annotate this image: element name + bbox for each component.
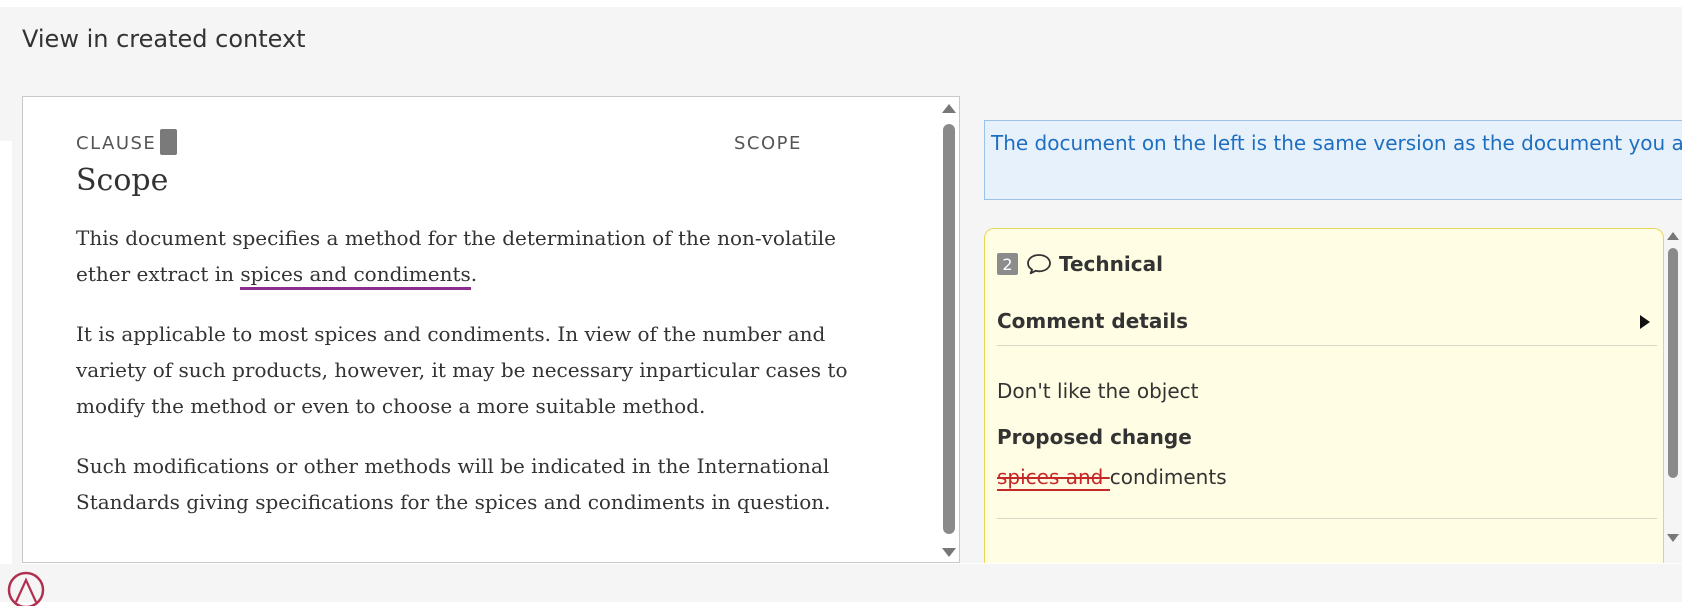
- card-divider: [997, 518, 1657, 519]
- clause-header: CLAUSE SCOPE: [76, 127, 896, 157]
- paragraph-1: This document specifies a method for the…: [76, 220, 896, 292]
- version-info-message: The document on the left is the same ver…: [984, 120, 1682, 200]
- paragraph-3: Such modifications or other methods will…: [76, 454, 831, 514]
- clause-label: CLAUSE: [76, 133, 157, 154]
- document-content: CLAUSE SCOPE Scope This document specifi…: [76, 127, 896, 544]
- left-gutter: [12, 141, 22, 564]
- page-title: View in created context: [22, 25, 306, 53]
- clause-heading: Scope: [76, 163, 169, 198]
- comment-card[interactable]: 2 Technical Comment details Don't like t…: [984, 228, 1664, 563]
- document-panel: CLAUSE SCOPE Scope This document specifi…: [22, 96, 960, 563]
- document-scrollbar[interactable]: [938, 96, 960, 563]
- scope-label: SCOPE: [734, 133, 802, 154]
- proposed-change-text: spices and condiments: [997, 465, 1227, 491]
- kept-text: condiments: [1109, 465, 1227, 489]
- scrollbar-thumb[interactable]: [943, 124, 955, 534]
- scrollbar-thumb[interactable]: [1668, 248, 1678, 478]
- comments-scrollbar[interactable]: [1664, 232, 1682, 563]
- comment-observation: Don't like the object: [997, 379, 1199, 403]
- paragraph-1-end: .: [470, 262, 478, 286]
- footer-bar: [0, 564, 1682, 602]
- logo-icon: [7, 571, 45, 606]
- speech-bubble-icon: [1027, 254, 1051, 275]
- comment-header: 2 Technical: [997, 251, 1163, 277]
- clause-number-badge: [160, 129, 177, 155]
- deleted-text: spices and: [997, 465, 1110, 491]
- commented-text-highlight[interactable]: spices and condiments: [240, 262, 471, 290]
- proposed-change-label: Proposed change: [997, 425, 1192, 449]
- comments-panel: The document on the left is the same ver…: [960, 96, 1682, 563]
- scroll-down-arrow-icon[interactable]: [1667, 534, 1679, 542]
- scroll-up-arrow-icon[interactable]: [1667, 232, 1679, 240]
- paragraph-2: It is applicable to most spices and cond…: [76, 322, 848, 418]
- info-message-text: The document on the left is the same ver…: [991, 131, 1682, 155]
- comment-type: Technical: [1059, 252, 1163, 276]
- comment-details-label: Comment details: [997, 309, 1188, 333]
- scroll-down-arrow-icon[interactable]: [942, 548, 956, 557]
- comment-details-toggle[interactable]: Comment details: [997, 309, 1657, 346]
- comment-number-badge: 2: [997, 253, 1018, 275]
- caret-right-icon[interactable]: [1640, 315, 1650, 329]
- scroll-up-arrow-icon[interactable]: [942, 104, 956, 113]
